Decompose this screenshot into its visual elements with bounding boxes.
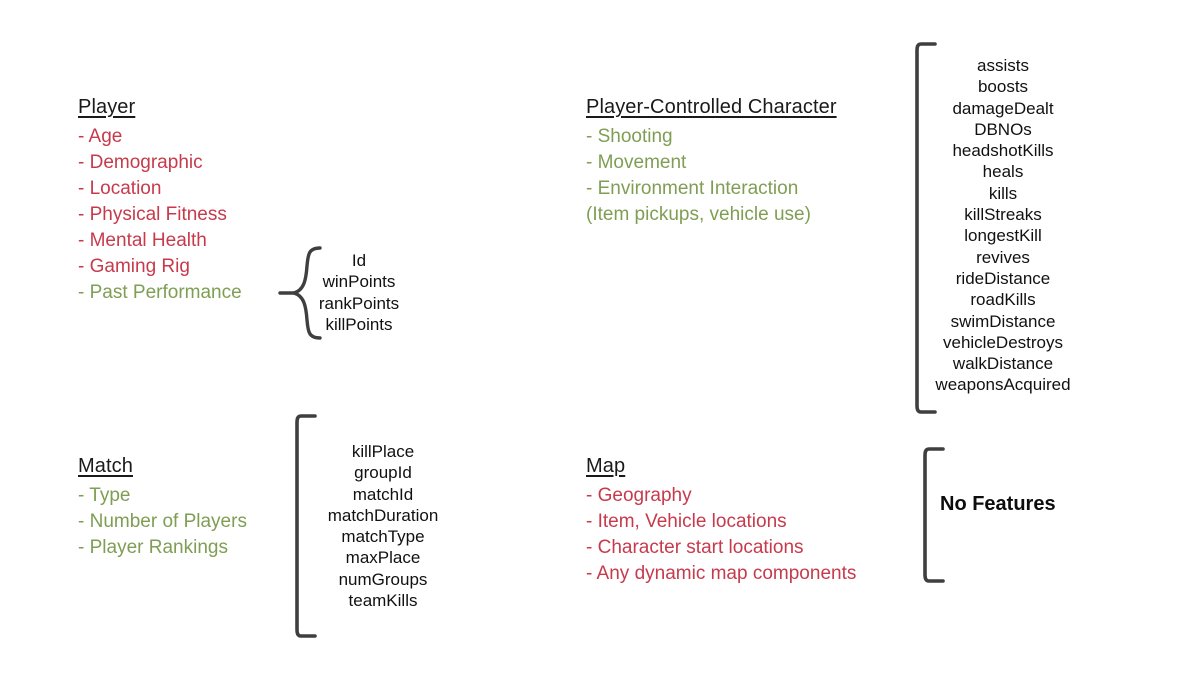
- map-no-features-label: No Features: [940, 493, 1056, 515]
- character-feature-column: assists boosts damageDealt DBNOs headshotKil…: [930, 55, 1076, 396]
- match-attribute-item: - Number of Players: [78, 511, 247, 532]
- player-attribute-list: - Age - Demographic - Location - Physical F…: [78, 124, 242, 306]
- player-attribute-item: - Location: [78, 178, 162, 199]
- character-feature: boosts: [977, 77, 1029, 97]
- character-feature: killStreaks: [964, 205, 1042, 225]
- player-feature-column: Id winPoints rankPoints killPoints: [312, 250, 406, 335]
- match-attribute-list: - Type - Number of Players - Player Rankin…: [78, 483, 247, 561]
- match-feature: numGroups: [338, 569, 428, 589]
- character-feature: vehicleDestroys: [943, 332, 1063, 352]
- map-attribute-item: - Geography: [586, 485, 692, 506]
- character-feature: roadKills: [970, 290, 1036, 310]
- player-feature: Id: [351, 251, 367, 270]
- map-attribute-item: - Any dynamic map components: [586, 563, 857, 584]
- character-feature: swimDistance: [950, 311, 1056, 331]
- match-feature: groupId: [354, 463, 412, 483]
- map-group-heading: Map: [586, 455, 626, 477]
- player-attribute-item: - Mental Health: [78, 230, 207, 251]
- character-feature: headshotKills: [952, 141, 1054, 161]
- player-attribute-item: - Past Performance: [78, 282, 242, 303]
- character-feature: revives: [976, 247, 1030, 267]
- character-feature: assists: [977, 56, 1029, 75]
- match-feature: matchDuration: [327, 505, 439, 525]
- character-feature: weaponsAcquired: [935, 375, 1071, 395]
- match-attribute-item: - Type: [78, 485, 131, 506]
- map-attribute-item: - Character start locations: [586, 537, 804, 558]
- character-feature: rideDistance: [955, 268, 1051, 288]
- map-attribute-list: - Geography - Item, Vehicle locations - Ch…: [586, 483, 856, 587]
- character-attribute-list: - Shooting - Movement - Environment Intera…: [586, 124, 811, 228]
- match-group-heading: Match: [78, 455, 133, 477]
- player-feature: winPoints: [322, 272, 396, 292]
- diagram-canvas: Player - Age - Demographic - Location - Phy…: [0, 0, 1196, 684]
- player-group-heading: Player: [78, 96, 136, 118]
- character-attribute-item: - Environment Interaction: [586, 178, 799, 199]
- player-feature: killPoints: [325, 314, 393, 334]
- player-attribute-item: - Physical Fitness: [78, 204, 227, 225]
- character-group-heading: Player-Controlled Character: [586, 96, 837, 118]
- character-attribute-item: (Item pickups, vehicle use): [586, 204, 811, 225]
- character-attribute-item: - Movement: [586, 152, 687, 173]
- character-feature: longestKill: [964, 226, 1042, 246]
- map-attribute-item: - Item, Vehicle locations: [586, 511, 787, 532]
- character-attribute-item: - Shooting: [586, 126, 673, 147]
- match-feature: maxPlace: [345, 548, 421, 568]
- player-attribute-item: - Age: [78, 126, 123, 147]
- character-feature: DBNOs: [974, 119, 1032, 139]
- match-feature: teamKills: [348, 591, 418, 611]
- player-attribute-item: - Demographic: [78, 152, 203, 173]
- match-feature: killPlace: [351, 442, 415, 461]
- player-attribute-item: - Gaming Rig: [78, 256, 190, 277]
- match-feature-column: killPlace groupId matchId matchDuration matc…: [318, 441, 448, 611]
- character-feature: walkDistance: [952, 354, 1054, 374]
- match-attribute-item: - Player Rankings: [78, 537, 228, 558]
- player-feature: rankPoints: [318, 293, 400, 313]
- character-feature: kills: [988, 183, 1018, 203]
- match-features-bracket: [290, 414, 318, 638]
- match-feature: matchId: [352, 484, 414, 504]
- character-feature: heals: [982, 162, 1024, 182]
- character-feature: damageDealt: [952, 98, 1054, 118]
- match-feature: matchType: [341, 527, 425, 547]
